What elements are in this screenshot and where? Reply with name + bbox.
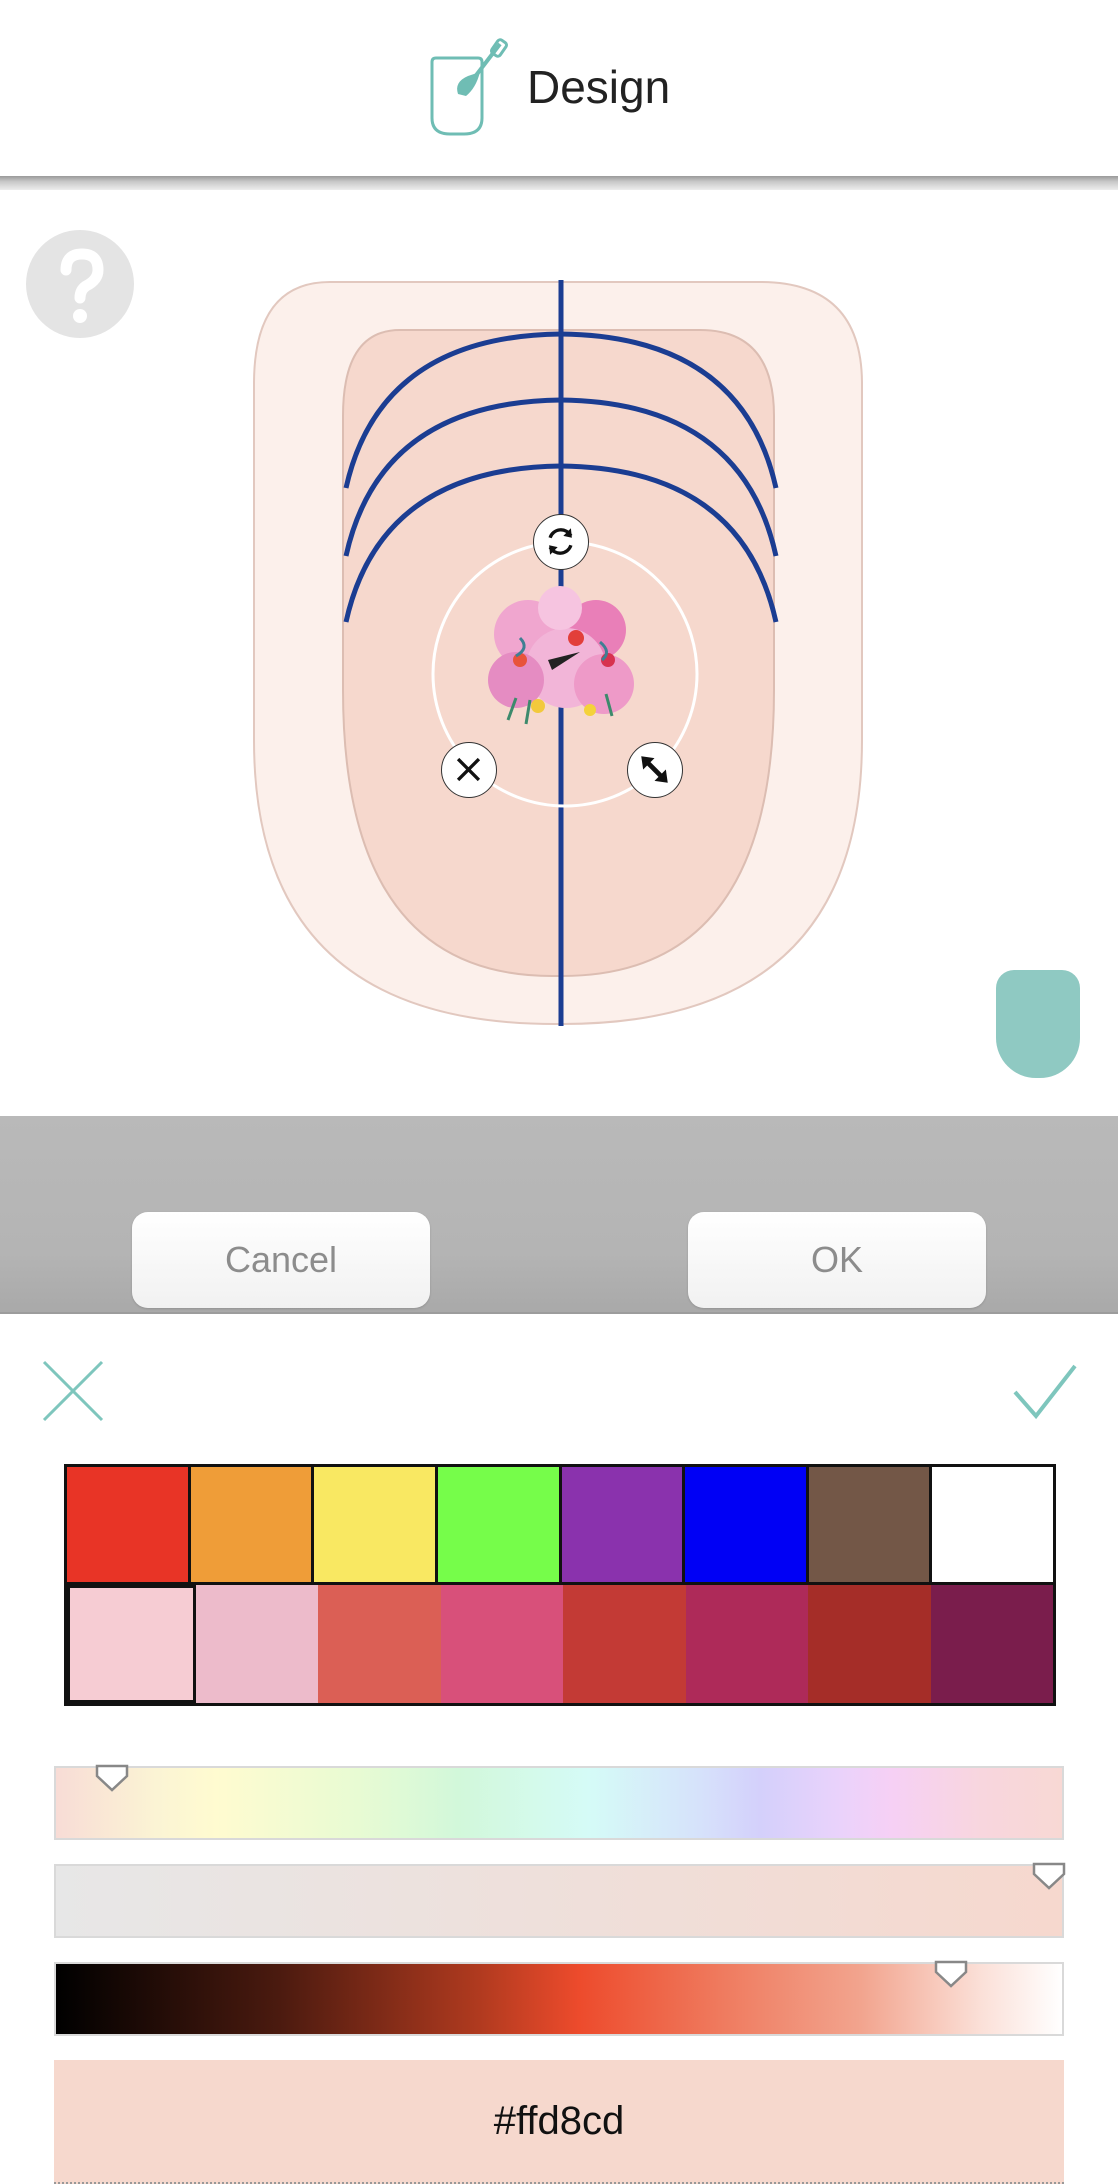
lightness-slider[interactable] bbox=[54, 1960, 1064, 2036]
close-icon[interactable] bbox=[40, 1358, 106, 1424]
color-swatch[interactable] bbox=[190, 1467, 315, 1585]
palette-row-secondary bbox=[67, 1585, 1053, 1703]
delete-icon bbox=[456, 757, 481, 782]
color-swatch[interactable] bbox=[67, 1467, 191, 1585]
hex-color-field[interactable]: #ffd8cd bbox=[54, 2060, 1064, 2184]
hue-slider[interactable] bbox=[54, 1764, 1064, 1840]
header: Design bbox=[0, 0, 1118, 178]
color-swatch[interactable] bbox=[932, 1467, 1053, 1585]
resize-icon bbox=[641, 756, 668, 783]
rotate-icon bbox=[548, 528, 573, 555]
ok-button[interactable]: OK bbox=[688, 1212, 986, 1308]
nail-color-swatch[interactable] bbox=[996, 970, 1080, 1078]
color-swatch[interactable] bbox=[440, 1585, 563, 1703]
color-swatch[interactable] bbox=[67, 1585, 196, 1703]
cancel-button[interactable]: Cancel bbox=[132, 1212, 430, 1308]
color-swatch[interactable] bbox=[808, 1585, 931, 1703]
page-title: Design bbox=[527, 61, 671, 113]
header-divider bbox=[0, 176, 1118, 190]
check-icon[interactable] bbox=[1012, 1362, 1078, 1422]
color-swatch[interactable] bbox=[195, 1585, 318, 1703]
color-swatch[interactable] bbox=[685, 1585, 808, 1703]
color-swatch[interactable] bbox=[930, 1585, 1053, 1703]
lightness-slider-thumb[interactable] bbox=[934, 1960, 968, 1988]
color-swatch[interactable] bbox=[808, 1467, 933, 1585]
color-palette bbox=[64, 1464, 1056, 1706]
color-swatch[interactable] bbox=[563, 1585, 686, 1703]
design-canvas[interactable] bbox=[0, 190, 1118, 1116]
nail-preview[interactable] bbox=[0, 190, 1118, 1116]
hue-slider-thumb[interactable] bbox=[95, 1764, 129, 1792]
color-swatch[interactable] bbox=[318, 1585, 441, 1703]
resize-sticker-button[interactable] bbox=[627, 742, 683, 798]
color-picker-panel: #ffd8cd bbox=[0, 1314, 1118, 2184]
rotate-button[interactable] bbox=[533, 514, 589, 570]
color-swatch[interactable] bbox=[437, 1467, 562, 1585]
saturation-slider[interactable] bbox=[54, 1862, 1066, 1938]
delete-sticker-button[interactable] bbox=[441, 742, 497, 798]
color-swatch[interactable] bbox=[561, 1467, 686, 1585]
color-swatch[interactable] bbox=[314, 1467, 438, 1585]
saturation-slider-thumb[interactable] bbox=[1032, 1862, 1066, 1890]
flower-bouquet-sticker bbox=[488, 586, 634, 725]
nail-brush-icon bbox=[430, 38, 509, 136]
action-bar: Cancel OK bbox=[0, 1116, 1118, 1314]
palette-row-primary bbox=[67, 1467, 1053, 1585]
color-swatch[interactable] bbox=[685, 1467, 809, 1585]
